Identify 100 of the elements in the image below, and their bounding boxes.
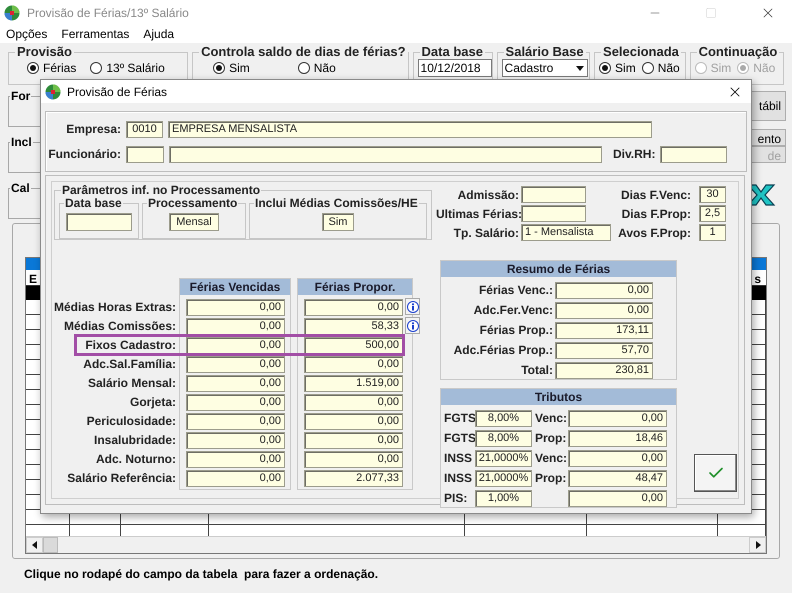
employee-name-field[interactable] — [169, 146, 602, 162]
amount-field[interactable]: 0,00 — [304, 451, 403, 468]
amount-field[interactable]: 0,00 — [568, 410, 667, 426]
info-button[interactable] — [405, 317, 420, 334]
amount-field[interactable]: 2.077,33 — [304, 470, 403, 487]
amount-field[interactable]: 0,00 — [304, 299, 403, 316]
field-label: Tp. Salário: — [452, 224, 519, 242]
info-icon — [406, 320, 418, 332]
amount-field[interactable]: 0,00 — [186, 451, 285, 468]
amount-field[interactable]: 0,00 — [186, 318, 285, 335]
amount-field[interactable]: 0,00 — [186, 356, 285, 373]
amount-field[interactable]: 57,70 — [555, 342, 653, 358]
company-code-field[interactable]: 0010 — [126, 120, 163, 138]
radio-button[interactable] — [298, 62, 310, 74]
rate-field[interactable]: 21,0000% — [475, 450, 532, 466]
division-field[interactable] — [660, 146, 728, 162]
info-icon — [406, 300, 418, 312]
amount-field[interactable]: 1.519,00 — [304, 375, 403, 392]
menu-item[interactable]: Opções — [6, 25, 48, 43]
row-label: Periculosidade: — [86, 413, 176, 430]
radio-button[interactable] — [27, 62, 39, 74]
field-label: Férias Prop.: — [478, 322, 553, 339]
amount-field[interactable]: 0,00 — [186, 375, 285, 392]
amount-field[interactable]: 500,00 — [304, 337, 403, 354]
date-field[interactable]: 10/12/2018 — [418, 59, 492, 77]
info-button[interactable] — [405, 298, 420, 315]
amount-field[interactable]: 230,81 — [555, 362, 653, 378]
input-field[interactable] — [521, 186, 586, 203]
radio-label: Sim — [229, 60, 250, 77]
radio-label: Sim — [710, 60, 732, 77]
field-label: Empresa: — [65, 121, 121, 138]
group-title: Inclui Médias Comissões/HE — [254, 197, 419, 210]
field-label: Ultimas Férias: — [436, 206, 519, 222]
input-field[interactable] — [521, 205, 586, 222]
amount-field[interactable]: 0,00 — [186, 413, 285, 430]
employee-code-field[interactable] — [126, 146, 164, 162]
field-label: Férias Venc.: — [478, 282, 553, 299]
amount-field[interactable]: 0,00 — [555, 302, 653, 318]
field-label: Venc: — [535, 411, 568, 425]
amount-field[interactable]: 58,33 — [304, 318, 403, 335]
amount-field[interactable]: 0,00 — [304, 432, 403, 449]
radio-label: Não — [314, 60, 336, 77]
amount-field[interactable]: 0,00 — [186, 337, 285, 354]
value-field: Sim — [322, 213, 354, 231]
radio-button[interactable] — [642, 62, 654, 74]
right-arrow-icon — [754, 541, 760, 549]
app-icon — [4, 4, 20, 20]
select-dropdown[interactable]: Cadastro — [502, 59, 588, 77]
group-title: Processamento — [147, 197, 238, 210]
rate-field[interactable]: 8,00% — [475, 430, 532, 446]
status-text: Clique no rodapé do campo da tabela para fazer a ordenação. — [24, 567, 378, 581]
panel-header: Férias Propor. — [298, 279, 412, 295]
input-field[interactable]: 30 — [699, 186, 726, 203]
date-field[interactable] — [66, 213, 132, 231]
panel-header: Tributos — [441, 389, 676, 405]
group-title: Salário Base — [504, 45, 585, 59]
group-title: Controla saldo de dias de férias? — [200, 45, 407, 59]
field-label: Admissão: — [456, 186, 519, 204]
group-title: Cal — [10, 181, 31, 195]
amount-field[interactable]: 0,00 — [186, 394, 285, 411]
rate-field[interactable]: 21,0000% — [475, 470, 532, 486]
field-label: Dias F.Venc: — [620, 186, 691, 204]
amount-field[interactable]: 0,00 — [304, 394, 403, 411]
confirm-button[interactable] — [694, 454, 737, 492]
window-title: Provisão de Férias/13º Salário — [27, 4, 190, 22]
field-label: Div.RH: — [613, 146, 656, 163]
input-field[interactable]: 2,5 — [699, 205, 726, 222]
radio-button[interactable] — [213, 62, 226, 74]
group-title: Provisão — [16, 45, 73, 59]
group-title: Data base — [420, 45, 484, 59]
amount-field[interactable]: 18,46 — [568, 430, 667, 446]
company-name-field[interactable]: EMPRESA MENSALISTA — [168, 120, 652, 138]
amount-field[interactable]: 0,00 — [186, 432, 285, 449]
scrollbar-thumb[interactable] — [43, 537, 58, 553]
input-field[interactable]: 1 - Mensalista — [521, 224, 611, 241]
row-label: Gorjeta: — [128, 394, 176, 411]
radio-button[interactable] — [90, 62, 102, 74]
amount-field[interactable]: 0,00 — [304, 413, 403, 430]
row-label: Médias Comissões: — [62, 318, 176, 335]
row-label: Adc. Noturno: — [95, 451, 176, 468]
amount-field[interactable]: 0,00 — [555, 282, 653, 298]
horizontal-scrollbar[interactable] — [26, 536, 766, 553]
rate-field[interactable]: 8,00% — [475, 410, 532, 426]
input-field[interactable]: 1 — [699, 224, 726, 241]
amount-field[interactable]: 0,00 — [186, 299, 285, 316]
rate-field[interactable]: 1,00% — [475, 490, 532, 506]
amount-field[interactable]: 0,00 — [568, 490, 667, 506]
row-label: Salário Referência: — [66, 470, 176, 487]
radio-button[interactable] — [599, 62, 612, 74]
amount-field[interactable]: 48,47 — [568, 470, 667, 486]
amount-field[interactable]: 0,00 — [304, 356, 403, 373]
menu-item[interactable]: Ferramentas — [61, 25, 130, 43]
field-label: Prop: — [535, 431, 566, 445]
amount-field[interactable]: 173,11 — [555, 322, 653, 338]
tax-label: INSS — [444, 470, 474, 487]
amount-field[interactable]: 0,00 — [186, 470, 285, 487]
group-title: Data base — [64, 197, 123, 210]
tax-label: FGTS — [444, 410, 475, 427]
menu-item[interactable]: Ajuda — [143, 25, 174, 43]
amount-field[interactable]: 0,00 — [568, 450, 667, 466]
